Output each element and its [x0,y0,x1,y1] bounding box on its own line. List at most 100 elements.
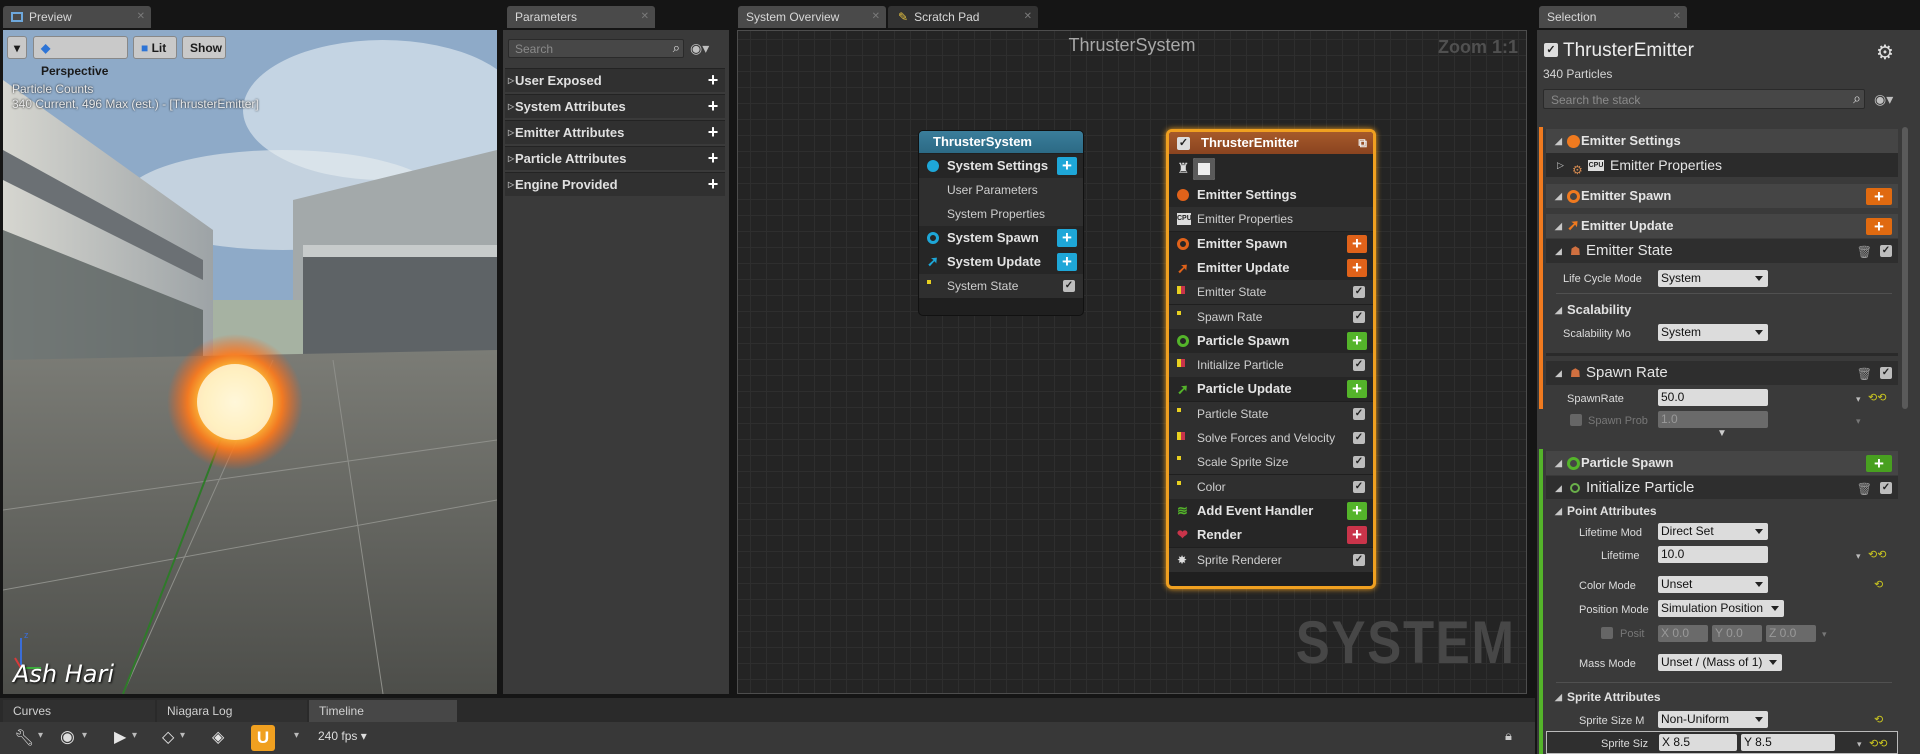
show-button[interactable]: Show [182,36,226,59]
chevron-down-icon[interactable]: ▾ [82,730,87,741]
fps-dropdown[interactable]: 240 fps ▾ [318,729,367,743]
key-all-icon[interactable]: ◈ [212,727,224,747]
lifetime-mode-dropdown[interactable]: Direct Set [1658,523,1768,540]
eye-icon[interactable]: ◉▾ [690,40,709,57]
color-mode-dropdown[interactable]: Unset [1658,576,1768,593]
expand-more-icon[interactable]: ▼ [1717,428,1727,439]
row-particle-spawn[interactable]: Particle Spawn + [1169,328,1373,353]
viewport-options-button[interactable]: ▾ [7,36,27,59]
add-button[interactable]: + [1866,188,1892,205]
lit-button[interactable]: ■ Lit [133,36,177,59]
row-solve-forces[interactable]: Solve Forces and Velocity ✓ [1169,426,1373,450]
row-system-spawn[interactable]: System Spawn + [919,226,1083,250]
add-button[interactable]: + [1347,526,1367,545]
eye-icon[interactable]: ◉ [60,727,75,747]
enabled-checkbox[interactable]: ✓ [1353,286,1365,299]
stack-emitter-spawn[interactable]: ◢ Emitter Spawn + [1546,184,1898,208]
category-user-exposed[interactable]: ▷ User Exposed + [505,68,725,92]
chevron-down-icon[interactable]: ▾ [1856,544,1861,568]
add-icon[interactable]: + [705,149,721,167]
enabled-checkbox[interactable]: ✓ [1880,245,1892,257]
checkbox[interactable] [1570,414,1582,426]
tab-preview[interactable]: Preview ✕ [3,6,151,28]
sprite-size-x-input[interactable]: X 8.5 [1659,734,1737,751]
stack-emitter-update[interactable]: ◢ ➚ Emitter Update + [1546,214,1898,238]
emitter-enabled-checkbox[interactable]: ✓ [1177,137,1190,150]
enabled-checkbox[interactable]: ✓ [1353,432,1365,444]
add-icon[interactable]: + [705,71,721,89]
gear-icon[interactable]: ⚙ [1876,40,1894,65]
close-icon[interactable]: ✕ [1024,6,1032,28]
row-particle-update[interactable]: ➚ Particle Update + [1169,377,1373,402]
stack-initialize-particle[interactable]: ◢ Initialize Particle 🗑︎ ✓ [1546,476,1898,500]
reset-arrow-icon[interactable]: ⟲⟲ [1869,732,1887,754]
add-button[interactable]: + [1866,218,1892,235]
stack-scrollbar[interactable] [1902,127,1908,409]
chevron-down-icon[interactable]: ▾ [180,730,185,741]
add-icon[interactable]: + [705,175,721,193]
row-emitter-state[interactable]: Emitter State ✓ [1169,280,1373,305]
enabled-checkbox[interactable]: ✓ [1353,310,1365,323]
tab-selection[interactable]: Selection ✕ [1539,6,1687,28]
row-emitter-spawn[interactable]: Emitter Spawn + [1169,231,1373,256]
close-icon[interactable]: ✕ [137,6,145,28]
row-add-event-handler[interactable]: ≋ Add Event Handler + [1169,498,1373,523]
add-icon[interactable]: + [705,123,721,141]
keyframe-icon[interactable]: ◇ [162,727,174,747]
add-button[interactable]: + [1347,234,1367,253]
add-button[interactable]: + [1347,331,1367,350]
row-particle-state[interactable]: Particle State ✓ [1169,401,1373,426]
reset-arrow-icon[interactable]: ⟲ [1874,708,1883,732]
enabled-checkbox[interactable]: ✓ [1880,482,1892,494]
category-particle-attributes[interactable]: ▷ Particle Attributes + [505,146,725,170]
add-button[interactable]: + [1866,455,1892,472]
enabled-checkbox[interactable]: ✓ [1353,359,1365,372]
tab-scratch-pad[interactable]: ✎ Scratch Pad ✕ [888,6,1038,28]
add-button[interactable]: + [1347,380,1367,399]
stack-particle-spawn[interactable]: ◢ Particle Spawn + [1546,451,1898,475]
chevron-down-icon[interactable]: ▾ [38,730,43,741]
row-user-parameters[interactable]: User Parameters [919,178,1083,202]
enabled-checkbox[interactable]: ✓ [1353,456,1365,469]
open-external-icon[interactable]: ⧉ [1358,132,1367,154]
chevron-down-icon[interactable]: ▾ [294,730,299,741]
add-button[interactable]: + [1347,501,1367,520]
category-engine-provided[interactable]: ▷ Engine Provided + [505,172,725,196]
add-button[interactable]: + [1057,253,1077,271]
perspective-button[interactable]: ◆ Perspective [33,36,128,78]
row-emitter-settings[interactable]: Emitter Settings [1169,183,1373,207]
system-overview-graph[interactable]: ThrusterSystem Zoom 1:1 SYSTEM ThrusterS… [737,30,1527,694]
trash-icon[interactable]: 🗑︎ [1857,362,1872,386]
stack-emitter-properties[interactable]: ▷ ⚙ CPU Emitter Properties [1546,153,1898,177]
eye-icon[interactable]: ◉▾ [1874,91,1893,108]
position-mode-dropdown[interactable]: Simulation Position [1658,600,1784,617]
tab-curves[interactable]: Curves [3,700,155,722]
thruster-system-node[interactable]: ThrusterSystem System Settings + User Par… [919,131,1083,315]
tab-parameters[interactable]: Parameters ✕ [507,6,655,28]
close-icon[interactable]: ✕ [872,6,880,28]
mass-mode-dropdown[interactable]: Unset / (Mass of 1) [1658,654,1782,671]
add-button[interactable]: + [1347,258,1367,277]
row-spawn-rate[interactable]: Spawn Rate ✓ [1169,304,1373,329]
sprite-size-y-input[interactable]: Y 8.5 [1741,734,1835,751]
row-emitter-properties[interactable]: CPU Emitter Properties [1169,207,1373,232]
add-button[interactable]: + [1057,157,1077,175]
row-color[interactable]: Color ✓ [1169,474,1373,499]
tab-niagara-log[interactable]: Niagara Log [157,700,307,722]
section-sprite-attributes[interactable]: ◢ Sprite Attributes [1546,685,1898,709]
scalability-mode-dropdown[interactable]: System [1658,324,1768,341]
lifetime-input[interactable]: 10.0 [1658,546,1768,563]
reset-arrow-icon[interactable]: ⟲⟲ [1868,386,1886,410]
enabled-checkbox[interactable]: ✓ [1353,480,1365,493]
row-system-settings[interactable]: System Settings + [919,154,1083,178]
row-scale-sprite-size[interactable]: Scale Sprite Size ✓ [1169,450,1373,475]
trash-icon[interactable]: 🗑︎ [1857,477,1872,501]
sprite-size-mode-dropdown[interactable]: Non-Uniform [1658,711,1768,728]
category-system-attributes[interactable]: ▷ System Attributes + [505,94,725,118]
row-system-update[interactable]: ➚ System Update + [919,250,1083,274]
enabled-checkbox[interactable]: ✓ [1353,553,1365,566]
section-scalability[interactable]: ◢ Scalability [1546,298,1898,322]
add-icon[interactable]: + [705,97,721,115]
row-sprite-renderer[interactable]: ✸ Sprite Renderer ✓ [1169,547,1373,572]
reset-arrow-icon[interactable]: ⟲ [1874,573,1883,597]
